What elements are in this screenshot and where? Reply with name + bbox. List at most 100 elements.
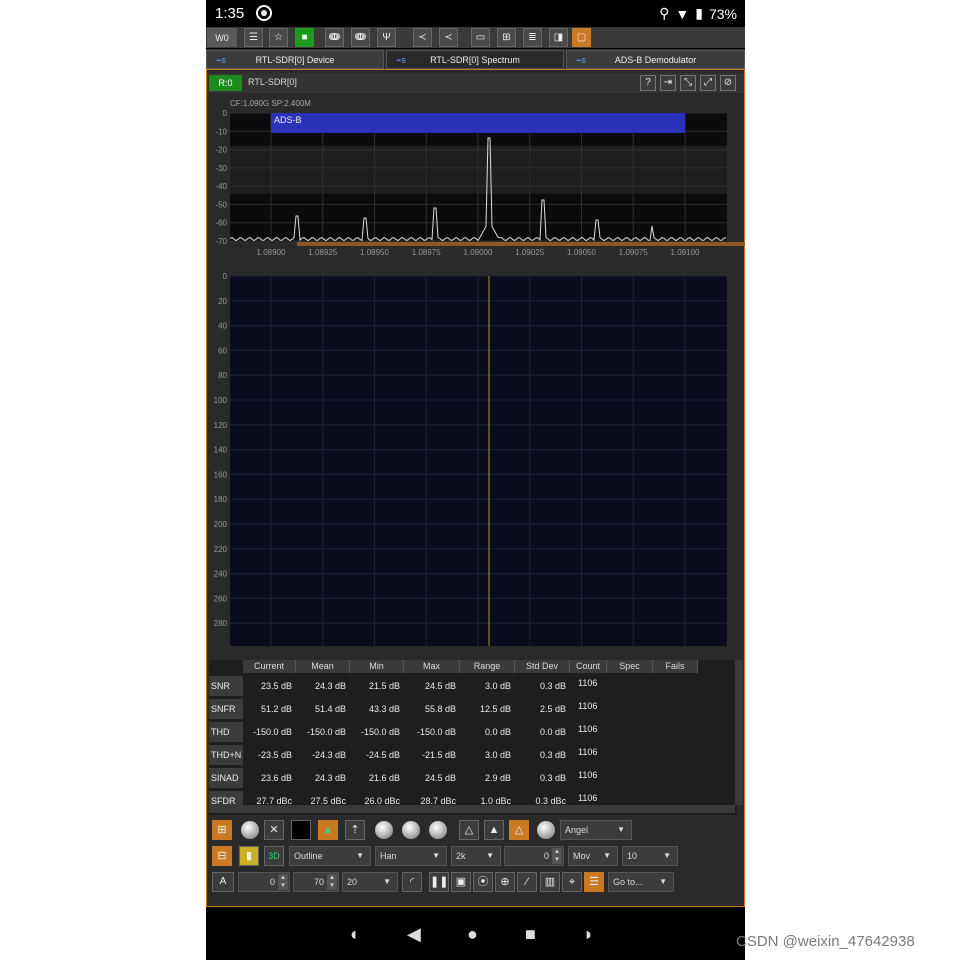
spin-arrows-icon[interactable]: ▴ ▾	[278, 874, 288, 890]
spectrum-fill-icon[interactable]: ▲	[318, 820, 338, 840]
help-icon[interactable]: ?	[640, 75, 656, 91]
color-swatch[interactable]	[291, 820, 311, 840]
trash-icon[interactable]: ▥	[540, 872, 560, 892]
row-header[interactable]: SNR	[209, 676, 243, 696]
filled-triangle-icon[interactable]: ▲	[484, 820, 504, 840]
table-horizontal-scrollbar[interactable]	[209, 805, 735, 813]
x-tick-label: 1.09000	[464, 248, 493, 257]
x-tick-label: 1.08975	[412, 248, 441, 257]
broadcast-icon[interactable]: ⦿	[473, 872, 493, 892]
goto-select[interactable]: Go to... ▼	[608, 872, 674, 892]
ruler-icon[interactable]: ⁄	[517, 872, 537, 892]
tab-adsb-demodulator[interactable]: ⌁s ADS-B Demodulator	[566, 50, 745, 69]
volume-up-icon[interactable]: ◗	[583, 924, 594, 945]
adsb-channel-band[interactable]	[271, 113, 685, 133]
row-header[interactable]: THD	[209, 722, 243, 742]
bars-icon[interactable]: ▮	[239, 846, 259, 866]
column-header[interactable]: Mean	[296, 660, 350, 673]
window-icon[interactable]: ▭	[471, 28, 490, 47]
curve-icon[interactable]: ◜	[402, 872, 422, 892]
home-icon[interactable]: ●	[467, 924, 478, 945]
table-toggle-icon[interactable]: ⊞	[212, 820, 232, 840]
menu-lines-icon[interactable]: ☰	[584, 872, 604, 892]
stop-icon[interactable]: ■	[295, 28, 314, 47]
collapse-icon[interactable]: ⤡	[680, 75, 696, 91]
max-spinbox[interactable]: 70 ▴ ▾	[293, 872, 339, 892]
y-tick-label: 100	[214, 396, 228, 405]
column-header[interactable]: Fails	[653, 660, 698, 673]
workspace-button[interactable]: W0	[207, 28, 237, 47]
y-tick-label: 280	[214, 619, 228, 628]
y-tick-label: -70	[215, 237, 227, 246]
expand-icon[interactable]: ⤢	[700, 75, 716, 91]
pin-icon[interactable]: ⌖	[562, 872, 582, 892]
3d-icon[interactable]: 3D	[264, 846, 284, 866]
column-header[interactable]: Range	[460, 660, 515, 673]
goto-value: Go to...	[613, 877, 643, 887]
share-icon[interactable]: ≺	[413, 28, 432, 47]
window-select[interactable]: Han ▼	[375, 846, 447, 866]
grid-icon[interactable]: ⊞	[497, 28, 516, 47]
row-header[interactable]: SINAD	[209, 768, 243, 788]
star-icon[interactable]: ☆	[269, 28, 288, 47]
column-header[interactable]: Spec	[607, 660, 653, 673]
table-cell: 2.5 dB	[539, 704, 566, 714]
device-badge[interactable]: R:0	[209, 75, 242, 91]
spin-arrows-icon[interactable]: ▴ ▾	[552, 848, 562, 864]
offset-spinbox[interactable]: 0 ▴ ▾	[504, 846, 564, 866]
antenna-tx-icon[interactable]: ↈ	[351, 28, 370, 47]
y-tick-label: -60	[215, 219, 227, 228]
cross-icon[interactable]: ✕	[264, 820, 284, 840]
export-icon[interactable]: ⇥	[660, 75, 676, 91]
circle-button-3[interactable]	[429, 821, 447, 839]
column-header[interactable]: Min	[350, 660, 404, 673]
back-icon[interactable]: ◀	[407, 924, 421, 945]
column-header[interactable]: Max	[404, 660, 460, 673]
hide-icon[interactable]: ⊘	[720, 75, 736, 91]
waterfall-plot[interactable]: 0 20 40 60 80 100 120 140 160 180 200 220 240 260 280	[207, 268, 745, 650]
antenna-rx-icon[interactable]: ↈ	[325, 28, 344, 47]
circle-button-1[interactable]	[375, 821, 393, 839]
min-value: 0	[269, 877, 275, 887]
average-mode-select[interactable]: Mov ▼	[568, 846, 618, 866]
marker-dot-icon[interactable]	[241, 821, 259, 839]
fullscreen-icon[interactable]: ▢	[572, 28, 591, 47]
min-spinbox[interactable]: 0 ▴ ▾	[238, 872, 290, 892]
table-vertical-scrollbar[interactable]	[735, 660, 743, 805]
menu-icon[interactable]: ☰	[244, 28, 263, 47]
panel-icon[interactable]: ◨	[549, 28, 568, 47]
x-tick-label: 1.09075	[619, 248, 648, 257]
circle-button-2[interactable]	[402, 821, 420, 839]
palette-knob-icon[interactable]	[537, 821, 555, 839]
frequency-scrollbar[interactable]	[297, 242, 745, 246]
peak-icon[interactable]: ⇡	[345, 820, 365, 840]
column-header[interactable]: Count	[570, 660, 607, 673]
x-tick-label: 1.09050	[567, 248, 596, 257]
row-header[interactable]: THD+N	[209, 745, 243, 765]
tab-spectrum[interactable]: ⌁s RTL-SDR[0] Spectrum	[386, 50, 564, 69]
antenna-both-icon[interactable]: Ψ	[377, 28, 396, 47]
column-header[interactable]: Std Dev	[515, 660, 570, 673]
palette-select[interactable]: Angel ▼	[560, 820, 632, 840]
tab-device[interactable]: ⌁s RTL-SDR[0] Device	[206, 50, 384, 69]
fft-size-select[interactable]: 2k ▼	[451, 846, 501, 866]
spin-arrows-icon[interactable]: ▴ ▾	[327, 874, 337, 890]
column-header[interactable]: Current	[243, 660, 296, 673]
mode-a-button[interactable]: A	[212, 872, 234, 892]
volume-down-icon[interactable]: ◖	[348, 924, 359, 945]
triangle-mode-icon[interactable]: △	[509, 820, 529, 840]
rate-select[interactable]: 20 ▼	[342, 872, 398, 892]
spectrum-plot[interactable]: 0-10-20-30-40-50-60-70 1.08900 1.08925 1.0…	[207, 108, 745, 268]
style-select[interactable]: Outline ▼	[289, 846, 371, 866]
share-alt-icon[interactable]: ≺	[439, 28, 458, 47]
recents-icon[interactable]: ■	[525, 924, 536, 945]
outline-triangle-icon[interactable]: △	[459, 820, 479, 840]
split-view-icon[interactable]: ⊟	[212, 846, 232, 866]
pause-icon[interactable]: ❚❚	[429, 872, 449, 892]
list-icon[interactable]: ≣	[523, 28, 542, 47]
crosshair-icon[interactable]: ⊕	[495, 872, 515, 892]
save-icon[interactable]: ▣	[451, 872, 471, 892]
row-header[interactable]: SNFR	[209, 699, 243, 719]
average-count-select[interactable]: 10 ▼	[622, 846, 678, 866]
x-tick-label: 1.09100	[671, 248, 700, 257]
